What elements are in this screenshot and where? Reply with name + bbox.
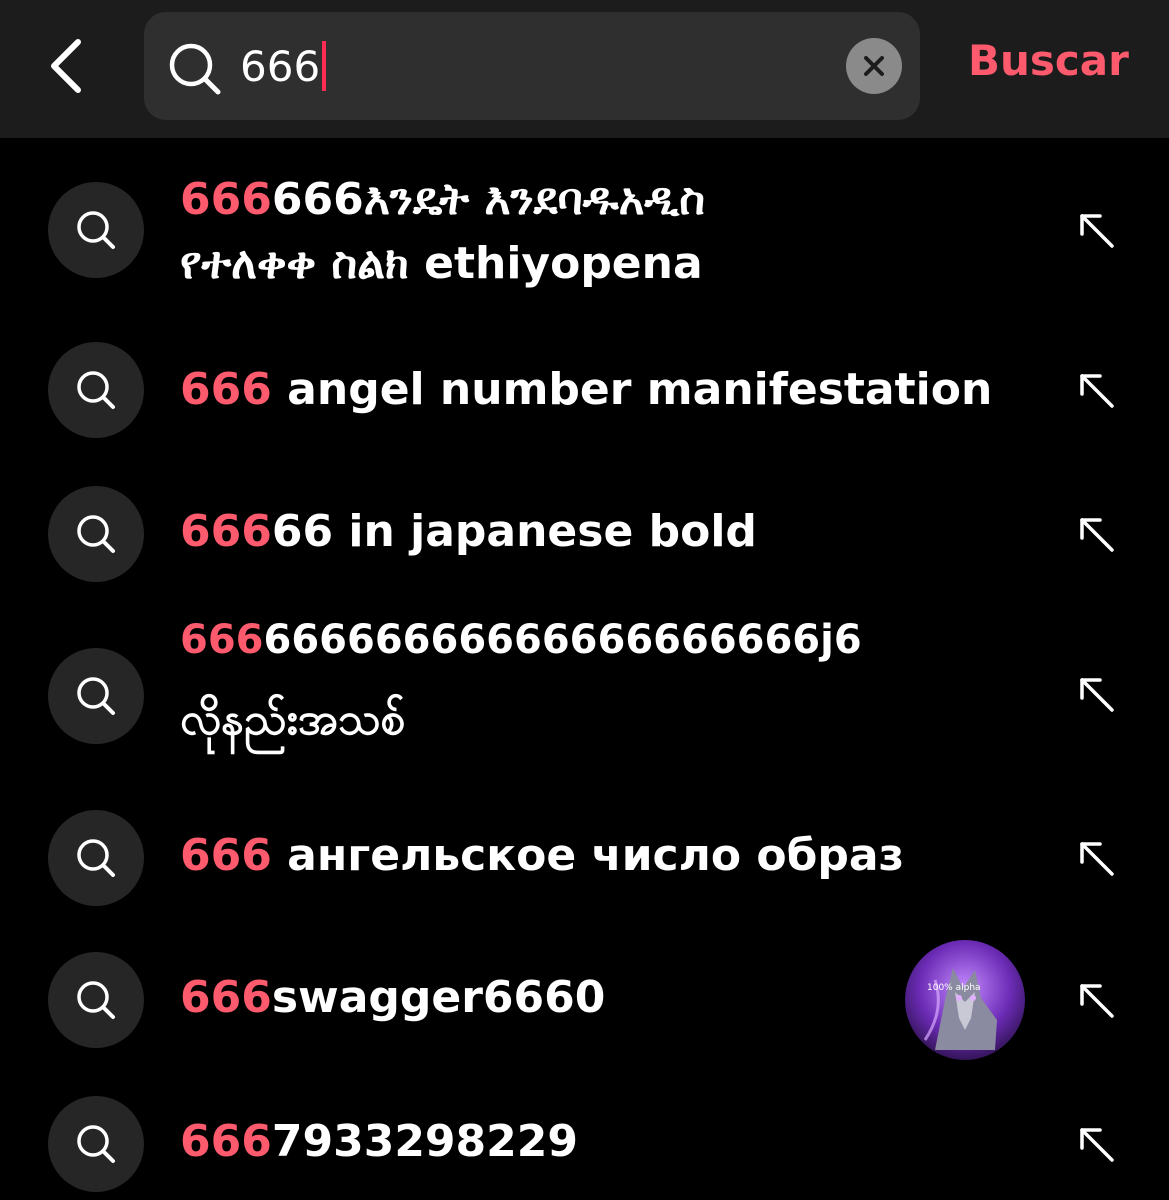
suggestion-rest: 666እንዴት እንደባዱአዲስ (271, 174, 706, 225)
fill-arrow-icon[interactable] (1072, 834, 1122, 884)
suggestion-row[interactable]: 666 angel number manifestation (0, 342, 1169, 438)
suggestion-search-icon-wrap (48, 648, 144, 744)
suggestion-search-icon-wrap (48, 342, 144, 438)
suggestion-search-icon-wrap (48, 486, 144, 582)
fill-arrow-icon[interactable] (1072, 976, 1122, 1026)
suggestion-rest: 7933298229 (271, 1116, 579, 1167)
suggestion-row[interactable]: 666666እንዴት እንደባዱአዲስ የተለቀቀ ስልክ ethiyopena (0, 168, 1169, 318)
suggestion-text: 6667933298229 (180, 1110, 1030, 1174)
search-icon (77, 839, 115, 877)
suggestion-row[interactable]: 6667933298229 (0, 1096, 1169, 1192)
search-header: 666 Buscar (0, 0, 1169, 138)
suggestion-row[interactable]: 666swagger6660 100% alpha (0, 940, 1169, 1060)
suggestion-highlight: 666 (180, 617, 264, 663)
text-caret (322, 41, 327, 91)
search-input[interactable]: 666 (240, 32, 327, 100)
suggestion-highlight: 666 (180, 1116, 272, 1167)
fill-arrow-icon[interactable] (1072, 206, 1122, 256)
chevron-left-icon (51, 39, 81, 93)
suggestion-search-icon-wrap (48, 1096, 144, 1192)
suggestion-highlight: 666 (180, 830, 272, 881)
suggestion-text: 666 ангельское число образ (180, 824, 1030, 888)
search-icon (77, 371, 115, 409)
suggestion-text: 66666 in japanese bold (180, 500, 1030, 564)
clear-button[interactable] (846, 38, 902, 94)
search-field[interactable]: 666 (144, 12, 920, 120)
search-submit-button[interactable]: Buscar (968, 36, 1129, 85)
suggestion-highlight: 666 (180, 506, 272, 557)
search-icon (77, 677, 115, 715)
search-icon (169, 43, 221, 95)
back-button[interactable] (36, 30, 96, 102)
suggestion-rest: ангельское число образ (271, 830, 905, 881)
suggestion-row[interactable]: 666 ангельское число образ (0, 810, 1169, 906)
search-icon (77, 981, 115, 1019)
suggestion-line2: የተለቀቀ ስልክ ethiyopena (180, 238, 703, 289)
fill-arrow-icon[interactable] (1072, 1120, 1122, 1170)
suggestion-rest: angel number manifestation (271, 364, 993, 415)
suggestion-text: 666666እንዴት እንደባዱአዲስ የተለቀቀ ስልክ ethiyopena (180, 168, 1030, 296)
suggestion-row[interactable]: 66666 in japanese bold (0, 486, 1169, 582)
suggestion-search-icon-wrap (48, 810, 144, 906)
fill-arrow-icon[interactable] (1072, 670, 1122, 720)
suggestion-rest: 66666666666666666666j6 (263, 617, 862, 663)
suggestion-search-icon-wrap (48, 182, 144, 278)
suggestion-highlight: 666 (180, 972, 272, 1023)
search-icon (77, 211, 115, 249)
suggestion-row[interactable]: 66666666666666666666666j6 လိုနည်းအသစ် (0, 604, 1169, 754)
suggestion-search-icon-wrap (48, 952, 144, 1048)
suggestion-rest: swagger6660 (271, 972, 606, 1023)
fill-arrow-icon[interactable] (1072, 510, 1122, 560)
clear-icon (864, 56, 884, 76)
suggestion-text: 666 angel number manifestation (180, 358, 1030, 422)
suggestion-highlight: 666 (180, 364, 272, 415)
suggestion-text: 666swagger6660 (180, 966, 880, 1030)
suggestion-rest: 66 in japanese bold (271, 506, 757, 557)
wolf-avatar-image: 100% alpha (905, 940, 1025, 1060)
search-icon (77, 515, 115, 553)
suggestion-text: 66666666666666666666666j6 လိုနည်းအသစ် (180, 608, 1030, 752)
avatar[interactable]: 100% alpha (905, 940, 1025, 1060)
fill-arrow-icon[interactable] (1072, 366, 1122, 416)
search-input-value: 666 (240, 41, 321, 91)
search-icon (77, 1125, 115, 1163)
avatar-caption: 100% alpha (927, 983, 981, 993)
suggestion-highlight: 666 (180, 174, 272, 225)
suggestion-line2: လိုနည်းအသစ် (180, 694, 406, 745)
